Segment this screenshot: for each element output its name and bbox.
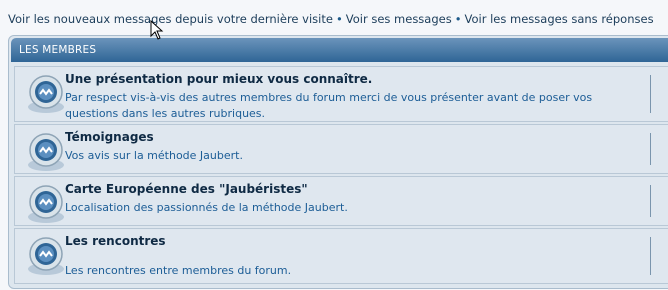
column-divider (650, 75, 651, 113)
nav-separator: • (454, 12, 462, 26)
forum-title[interactable]: Témoignages (65, 130, 154, 144)
column-divider (650, 133, 651, 165)
own-posts-link[interactable]: Voir ses messages (346, 12, 452, 26)
forum-description: Par respect vis-à-vis des autres membres… (65, 91, 593, 120)
forum-row[interactable]: Les rencontres Les rencontres entre memb… (14, 228, 668, 284)
forum-read-icon (28, 75, 64, 113)
forum-title[interactable]: Carte Européenne des "Jaubéristes" (65, 182, 308, 196)
forum-read-icon (28, 185, 64, 223)
forum-description: Localisation des passionnés de la méthod… (65, 201, 348, 214)
forum-row[interactable]: Témoignages Vos avis sur la méthode Jaub… (14, 124, 668, 174)
top-navigation: Voir les nouveaux messages depuis votre … (8, 12, 654, 26)
forum-row[interactable]: Carte Européenne des "Jaubéristes" Local… (14, 176, 668, 226)
forum-row[interactable]: Une présentation pour mieux vous connaît… (14, 66, 668, 122)
forum-title[interactable]: Les rencontres (65, 234, 166, 248)
column-divider (650, 237, 651, 275)
forum-category-panel: LES MEMBRES Une présentation pour mieux … (8, 35, 668, 289)
forum-description: Vos avis sur la méthode Jaubert. (65, 149, 243, 162)
unanswered-posts-link[interactable]: Voir les messages sans réponses (465, 12, 654, 26)
forum-read-icon (28, 133, 64, 171)
nav-separator: • (335, 12, 343, 26)
forum-title[interactable]: Une présentation pour mieux vous connaît… (65, 72, 372, 86)
mouse-cursor-icon (150, 20, 164, 40)
category-header[interactable]: LES MEMBRES (11, 38, 668, 62)
new-posts-link[interactable]: Voir les nouveaux messages depuis votre … (8, 12, 333, 26)
forum-read-icon (28, 237, 64, 275)
column-divider (650, 185, 651, 217)
forum-description: Les rencontres entre membres du forum. (65, 264, 292, 277)
